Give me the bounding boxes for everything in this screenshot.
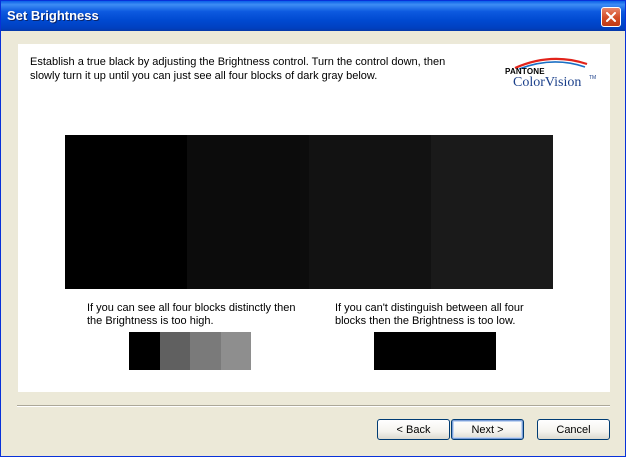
- too-low-block-2: [435, 332, 496, 370]
- too-high-example: [129, 332, 251, 370]
- test-block-2: [187, 135, 309, 289]
- too-low-caption: If you can't distinguish between all fou…: [335, 302, 524, 327]
- too-high-block-4: [220, 332, 251, 370]
- test-block-3: [309, 135, 431, 289]
- logo-trademark: TM: [589, 75, 597, 81]
- set-brightness-dialog: Set Brightness Establish a true black by…: [0, 0, 626, 457]
- too-low-block-1: [374, 332, 435, 370]
- next-button[interactable]: Next >: [451, 419, 524, 440]
- test-block-4: [431, 135, 553, 289]
- logo-colorvision-text: ColorVision: [513, 75, 582, 90]
- window-title: Set Brightness: [7, 8, 99, 23]
- too-high-block-3: [190, 332, 221, 370]
- cancel-button[interactable]: Cancel: [537, 419, 610, 440]
- instructions-text: Establish a true black by adjusting the …: [30, 56, 446, 82]
- content-panel: Establish a true black by adjusting the …: [18, 44, 610, 392]
- brightness-test-pattern: [65, 135, 553, 289]
- pantone-colorvision-logo: PANTONE ColorVision TM: [505, 54, 597, 94]
- too-high-caption: If you can see all four blocks distinctl…: [87, 302, 296, 327]
- button-separator: [17, 405, 610, 407]
- title-bar[interactable]: Set Brightness: [1, 1, 625, 31]
- test-block-1: [65, 135, 187, 289]
- too-high-block-1: [129, 332, 160, 370]
- too-low-example: [374, 332, 496, 370]
- too-high-block-2: [159, 332, 190, 370]
- close-button[interactable]: [601, 7, 621, 27]
- back-button[interactable]: < Back: [377, 419, 450, 440]
- close-icon: [606, 12, 616, 22]
